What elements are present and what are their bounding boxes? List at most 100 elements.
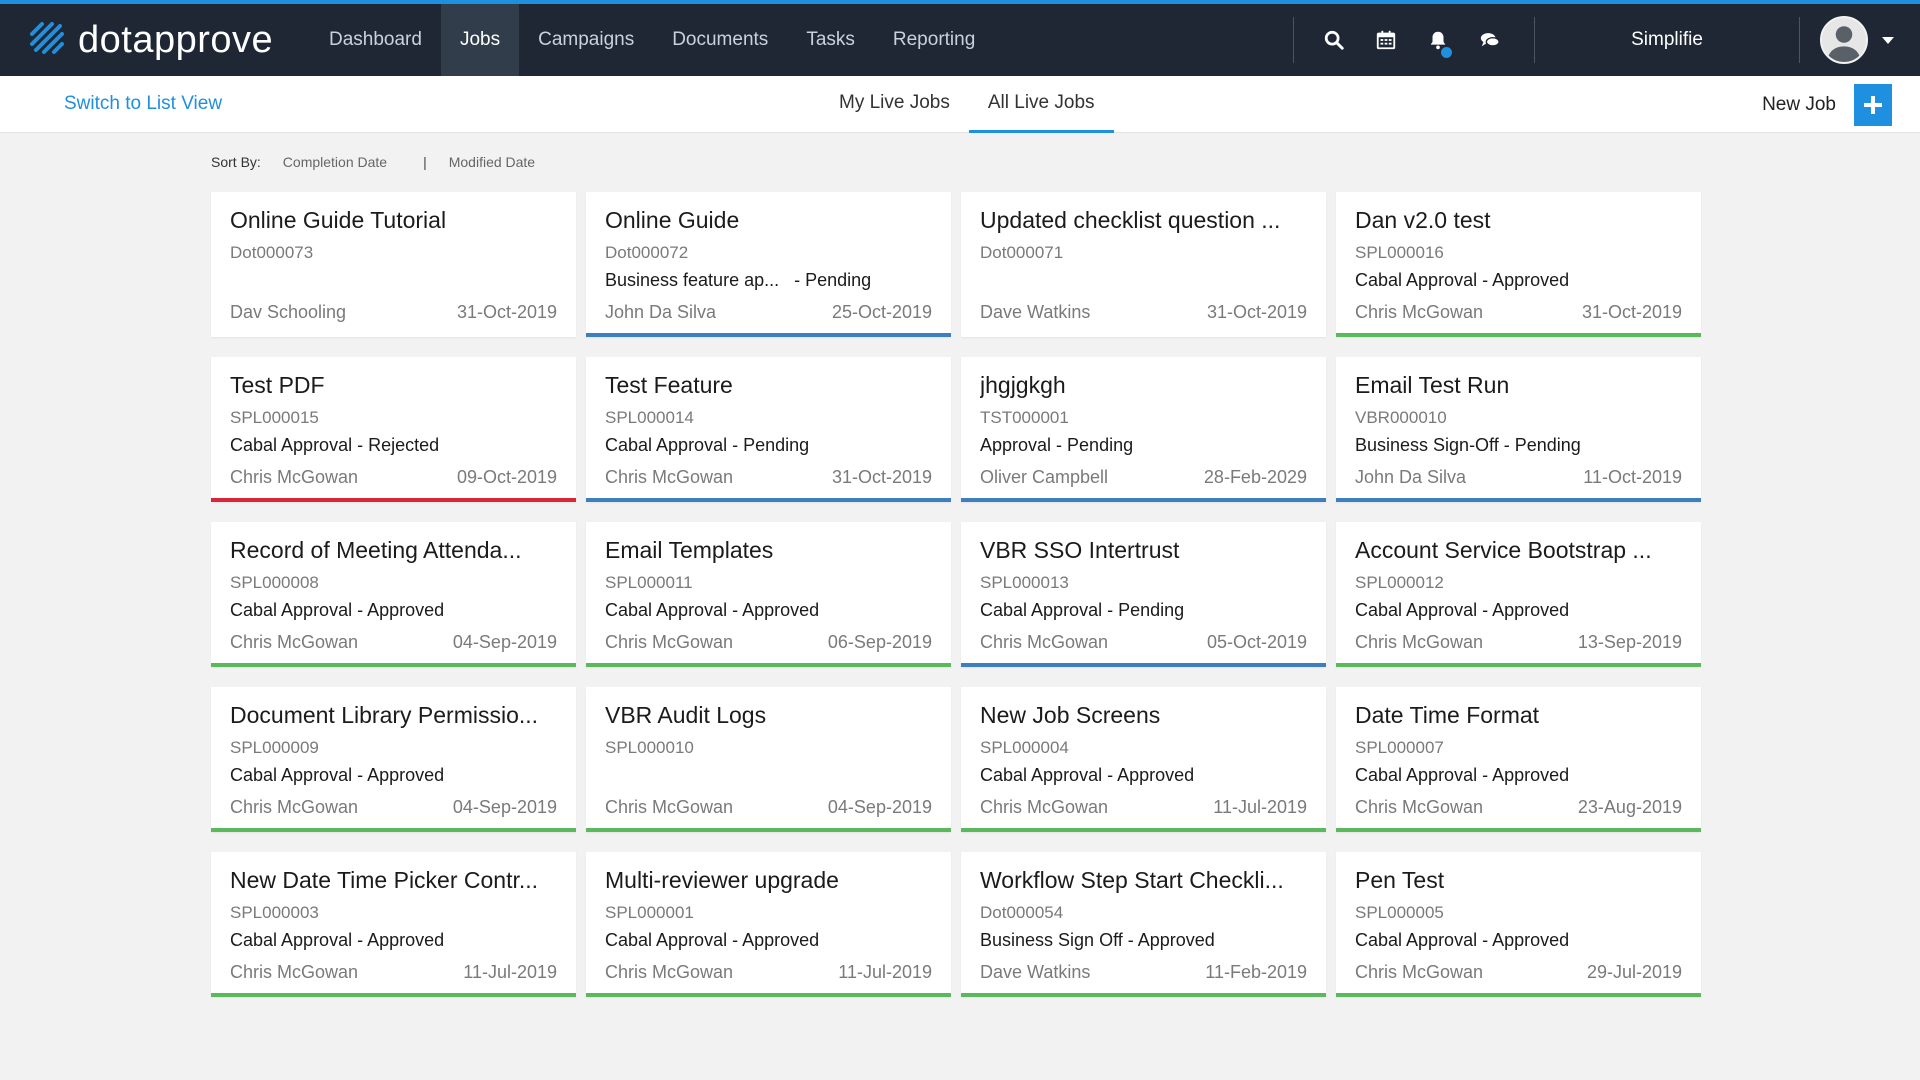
sort-completion-date[interactable]: Completion Date: [283, 154, 387, 170]
job-date: 25-Oct-2019: [831, 302, 932, 322]
status-bar: [586, 663, 951, 667]
job-card[interactable]: VBR Audit Logs SPL000010 Chris McGowan 04-S…: [586, 687, 951, 832]
main-nav: Dashboard Jobs Campaigns Documents Tasks…: [310, 4, 994, 76]
job-title: Multi-reviewer upgrade: [605, 867, 839, 893]
job-code: SPL000013: [980, 573, 1069, 592]
job-card[interactable]: Pen Test SPL000005 Cabal Approval - Approv…: [1336, 852, 1701, 997]
job-owner: Chris McGowan: [1355, 302, 1484, 322]
tab-all-live-jobs[interactable]: All Live Jobs: [968, 76, 1114, 133]
job-owner: Chris McGowan: [1355, 962, 1484, 982]
job-owner: Dav Schooling: [230, 302, 347, 322]
job-title: Email Test Run: [1355, 372, 1510, 398]
job-title: New Date Time Picker Contr...: [230, 867, 539, 893]
status-bar: [586, 828, 951, 832]
job-card[interactable]: Email Templates SPL000011 Cabal Approval -…: [586, 522, 951, 667]
job-code: SPL000015: [230, 408, 319, 427]
job-code: SPL000011: [605, 573, 693, 592]
job-code: SPL000005: [1355, 903, 1444, 922]
job-owner: Oliver Campbell: [980, 467, 1109, 487]
status-bar: [1336, 333, 1701, 337]
nav-jobs[interactable]: Jobs: [440, 4, 520, 76]
job-status: Business Sign Off - Approved: [980, 930, 1215, 950]
nav-dashboard[interactable]: Dashboard: [310, 4, 441, 76]
job-code: SPL000010: [605, 738, 694, 757]
job-date: 09-Oct-2019: [456, 467, 557, 487]
job-code: SPL000014: [605, 408, 694, 427]
plus-icon[interactable]: [1854, 84, 1892, 126]
job-card[interactable]: Document Library Permissio... SPL000009 Ca…: [211, 687, 576, 832]
job-date: 11-Feb-2019: [1205, 962, 1307, 982]
nav-campaigns[interactable]: Campaigns: [519, 4, 653, 76]
job-owner: Chris McGowan: [230, 962, 359, 982]
job-card[interactable]: Dan v2.0 test SPL000016 Cabal Approval - A…: [1336, 192, 1701, 337]
job-owner: Chris McGowan: [230, 632, 359, 652]
status-bar: [961, 828, 1326, 832]
job-card[interactable]: Test PDF SPL000015 Cabal Approval - Reject…: [211, 357, 576, 502]
calendar-button[interactable]: [1360, 4, 1412, 76]
user-menu[interactable]: [1800, 4, 1920, 76]
job-date: 23-Aug-2019: [1577, 797, 1682, 817]
tab-my-live-jobs[interactable]: My Live Jobs: [820, 76, 969, 133]
job-code: Dot000071: [980, 243, 1064, 262]
nav-reporting[interactable]: Reporting: [874, 4, 994, 76]
job-title: Record of Meeting Attenda...: [230, 537, 522, 563]
job-card[interactable]: Account Service Bootstrap ... SPL000012 Ca…: [1336, 522, 1701, 667]
job-owner: Chris McGowan: [980, 632, 1109, 652]
job-card[interactable]: Updated checklist question ... Dot000071 D…: [961, 192, 1326, 337]
switch-to-list-view-link[interactable]: Switch to List View: [64, 93, 222, 115]
job-card[interactable]: Workflow Step Start Checkli... Dot000054 B…: [961, 852, 1326, 997]
status-bar: [211, 993, 576, 997]
job-title: Account Service Bootstrap ...: [1355, 537, 1652, 563]
job-date: 04-Sep-2019: [827, 797, 932, 817]
job-title: New Job Screens: [980, 702, 1161, 728]
job-code: SPL000012: [1355, 573, 1444, 592]
jobs-toolbar: Switch to List View My Live Jobs All Liv…: [0, 76, 1920, 133]
job-card[interactable]: Online Guide Tutorial Dot000073 Dav School…: [211, 192, 576, 337]
job-code: VBR000010: [1355, 408, 1447, 427]
job-card[interactable]: Date Time Format SPL000007 Cabal Approval …: [1336, 687, 1701, 832]
job-date: 31-Oct-2019: [1206, 302, 1307, 322]
job-card[interactable]: New Date Time Picker Contr... SPL000003 Ca…: [211, 852, 576, 997]
job-card[interactable]: New Job Screens SPL000004 Cabal Approval -…: [961, 687, 1326, 832]
job-status: Cabal Approval - Pending: [605, 435, 810, 455]
job-card[interactable]: Test Feature SPL000014 Cabal Approval - Pe…: [586, 357, 951, 502]
job-card[interactable]: Online Guide Dot000072 Business feature ap…: [586, 192, 951, 337]
new-job-label: New Job: [1762, 94, 1836, 115]
job-title: Test Feature: [605, 372, 733, 398]
job-card[interactable]: jhgjgkgh TST000001 Approval - Pending Olive…: [961, 357, 1326, 502]
status-bar: [586, 333, 951, 337]
job-code: TST000001: [980, 408, 1069, 427]
chevron-down-icon: [1882, 36, 1894, 44]
job-card[interactable]: Record of Meeting Attenda... SPL000008 Cab…: [211, 522, 576, 667]
job-title: Test PDF: [230, 372, 325, 398]
job-card[interactable]: VBR SSO Intertrust SPL000013 Cabal Approva…: [961, 522, 1326, 667]
organisation-name[interactable]: Simplifie: [1535, 29, 1799, 51]
job-owner: Chris McGowan: [605, 467, 734, 487]
job-owner: John Da Silva: [1355, 467, 1467, 487]
job-card[interactable]: Multi-reviewer upgrade SPL000001 Cabal App…: [586, 852, 951, 997]
job-card[interactable]: Email Test Run VBR000010 Business Sign-Off…: [1336, 357, 1701, 502]
search-button[interactable]: [1308, 4, 1360, 76]
job-code: SPL000003: [230, 903, 319, 922]
notifications-button[interactable]: [1412, 4, 1464, 76]
nav-right-tools: Simplifie: [1293, 4, 1920, 76]
job-title: Dan v2.0 test: [1355, 207, 1491, 233]
job-owner: Dave Watkins: [980, 302, 1091, 322]
job-status: Cabal Approval - Approved: [605, 600, 820, 620]
nav-documents[interactable]: Documents: [653, 4, 787, 76]
job-date: 04-Sep-2019: [452, 632, 557, 652]
chat-button[interactable]: [1464, 4, 1516, 76]
nav-tasks[interactable]: Tasks: [787, 4, 874, 76]
avatar: [1820, 16, 1868, 64]
job-date: 31-Oct-2019: [456, 302, 557, 322]
chat-icon: [1480, 33, 1500, 47]
job-date: 31-Oct-2019: [1581, 302, 1682, 322]
job-code: SPL000001: [605, 903, 694, 922]
sort-modified-date[interactable]: Modified Date: [449, 154, 535, 170]
job-date: 11-Jul-2019: [838, 962, 932, 982]
job-title: Document Library Permissio...: [230, 702, 539, 728]
job-status: Cabal Approval - Approved: [230, 930, 445, 950]
logo[interactable]: dotapprove: [28, 4, 298, 76]
new-job-button[interactable]: New Job: [1762, 84, 1892, 126]
job-date: 29-Jul-2019: [1586, 962, 1682, 982]
